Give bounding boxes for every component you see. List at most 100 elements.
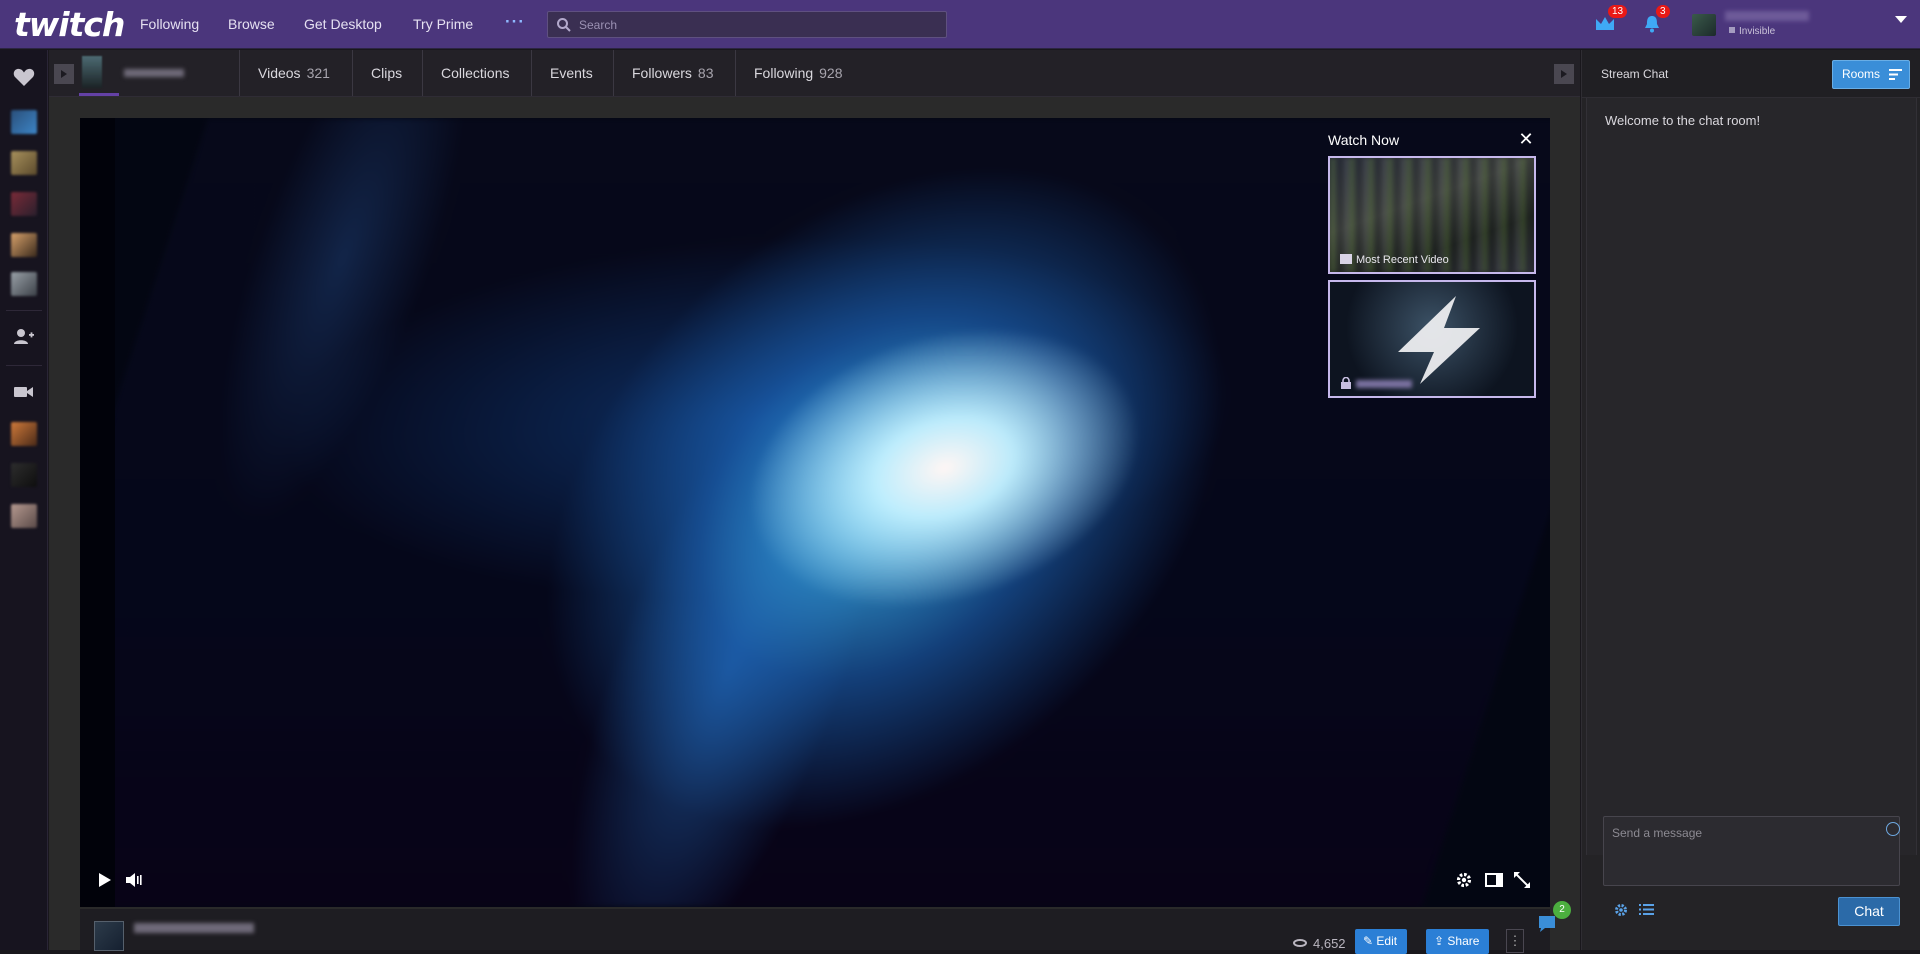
most-recent-video-label: Most Recent Video	[1340, 254, 1449, 266]
lock-icon	[1341, 377, 1351, 389]
tab-clips[interactable]: Clips	[352, 50, 402, 96]
chat-header: Stream Chat Rooms	[1582, 50, 1920, 98]
sidebar-divider	[6, 365, 42, 366]
arrow-right-icon	[1561, 70, 1567, 78]
tab-events[interactable]: Events	[531, 50, 593, 96]
chat-settings-gear-icon[interactable]	[1613, 902, 1629, 918]
search-input[interactable]: Search	[547, 11, 947, 38]
user-name-blurred	[1725, 11, 1809, 21]
chat-message-input[interactable]: Send a message	[1603, 816, 1900, 886]
tab-following-label: Following	[754, 65, 814, 81]
recent-channel-thumb-3[interactable]	[11, 504, 37, 528]
recent-channel-thumb-1[interactable]	[11, 422, 37, 446]
tab-videos[interactable]: Videos 321	[239, 50, 330, 96]
user-avatar[interactable]	[1692, 14, 1716, 36]
video-title-blurred	[134, 923, 254, 933]
twitch-logo[interactable]: twitch	[14, 7, 125, 43]
video-info-bar: 4,652 ✎ Edit ⇪ Share ⋮	[80, 909, 1550, 954]
chat-bubble-badge: 2	[1553, 901, 1571, 919]
more-options-button[interactable]: ⋮	[1506, 929, 1524, 953]
watch-now-title: Watch Now	[1328, 132, 1400, 148]
chat-send-button[interactable]: Chat	[1838, 897, 1900, 926]
chat-panel: Stream Chat Rooms Welcome to the chat ro…	[1581, 50, 1920, 950]
search-icon	[557, 18, 571, 32]
nav-get-desktop[interactable]: Get Desktop	[304, 16, 382, 32]
status-dot-icon	[1729, 27, 1735, 33]
friends-icon[interactable]	[12, 325, 36, 349]
user-menu-chevron-down-icon[interactable]	[1895, 16, 1907, 23]
chat-title: Stream Chat	[1601, 67, 1669, 81]
rooms-label: Rooms	[1842, 67, 1881, 81]
tab-collections-label: Collections	[441, 65, 510, 81]
sidebar-divider	[6, 310, 42, 311]
tab-followers[interactable]: Followers 83	[613, 50, 713, 96]
channel-avatar[interactable]	[82, 56, 102, 88]
eye-icon	[1293, 939, 1307, 947]
nav-try-prime[interactable]: Try Prime	[413, 16, 473, 32]
tab-videos-count: 321	[306, 65, 330, 81]
video-icon	[1340, 254, 1352, 264]
nav-following[interactable]: Following	[140, 16, 199, 32]
tab-followers-count: 83	[697, 65, 714, 81]
arrow-right-icon	[61, 70, 67, 78]
edit-button[interactable]: ✎ Edit	[1355, 929, 1408, 954]
share-button[interactable]: ⇪ Share	[1426, 929, 1490, 954]
close-icon[interactable]: ✕	[1516, 129, 1536, 149]
user-status: Invisible	[1729, 26, 1775, 37]
tab-following[interactable]: Following 928	[735, 50, 843, 96]
player-letterbox	[80, 118, 115, 907]
welcome-message: Welcome to the chat room!	[1605, 113, 1761, 128]
host-channel-card[interactable]	[1328, 280, 1536, 398]
notifications-badge: 3	[1656, 5, 1670, 18]
settings-gear-icon[interactable]	[1454, 870, 1474, 890]
player-area: Watch Now ✕ Most Recent Video 4,652 ✎ Ed…	[49, 97, 1580, 954]
collapse-right-button[interactable]	[1554, 64, 1574, 84]
tab-events-label: Events	[550, 65, 593, 81]
followed-channel-thumb-5[interactable]	[11, 272, 37, 296]
lightning-bolt-icon	[1398, 296, 1480, 384]
nav-browse[interactable]: Browse	[228, 16, 275, 32]
tab-followers-label: Followers	[632, 65, 692, 81]
followed-channel-thumb-3[interactable]	[11, 192, 37, 216]
play-icon[interactable]	[94, 870, 114, 890]
followed-channel-thumb-2[interactable]	[11, 151, 37, 175]
theatre-mode-icon[interactable]	[1484, 870, 1504, 890]
collapse-left-button[interactable]	[54, 64, 74, 84]
tab-videos-label: Videos	[258, 65, 301, 81]
channel-nav-bar: Videos 321 Clips Collections Events Follo…	[49, 50, 1580, 97]
host-channel-name-blurred	[1356, 380, 1412, 388]
prime-badge: 13	[1608, 5, 1628, 18]
recent-channel-thumb-2[interactable]	[11, 463, 37, 487]
rooms-button[interactable]: Rooms	[1832, 60, 1910, 89]
chat-bubble-icon[interactable]	[1537, 914, 1557, 934]
fullscreen-icon[interactable]	[1512, 870, 1532, 890]
channel-name-blurred[interactable]	[124, 69, 184, 77]
tab-following-count: 928	[819, 65, 843, 81]
game-box-art[interactable]	[94, 921, 124, 951]
tab-clips-label: Clips	[371, 65, 403, 81]
volume-icon[interactable]	[124, 870, 144, 890]
followed-channel-thumb-1[interactable]	[11, 110, 37, 134]
chat-input-placeholder: Send a message	[1612, 826, 1703, 840]
share-label: Share	[1447, 934, 1480, 948]
active-tab-indicator	[79, 93, 119, 96]
top-navigation: twitch Following Browse Get Desktop Try …	[0, 0, 1920, 49]
most-recent-video-card[interactable]: Most Recent Video	[1328, 156, 1536, 274]
video-camera-icon[interactable]	[12, 380, 36, 404]
video-player[interactable]: Watch Now ✕ Most Recent Video	[80, 118, 1550, 907]
emoji-icon[interactable]	[1886, 822, 1900, 836]
viewer-list-icon[interactable]	[1639, 902, 1654, 917]
heart-icon[interactable]	[12, 65, 36, 89]
pencil-icon: ✎	[1363, 934, 1377, 948]
chat-messages: Welcome to the chat room!	[1586, 98, 1917, 855]
followed-channel-thumb-4[interactable]	[11, 233, 37, 257]
user-status-label: Invisible	[1739, 26, 1776, 37]
card-label-text: Most Recent Video	[1356, 254, 1449, 266]
tab-collections[interactable]: Collections	[422, 50, 509, 96]
list-icon	[1889, 69, 1902, 80]
view-count-value: 4,652	[1313, 936, 1346, 951]
left-sidebar	[0, 50, 48, 950]
share-icon: ⇪	[1434, 934, 1448, 948]
watch-now-panel: Watch Now ✕ Most Recent Video	[1328, 128, 1546, 418]
more-menu-icon[interactable]: ···	[505, 12, 525, 32]
